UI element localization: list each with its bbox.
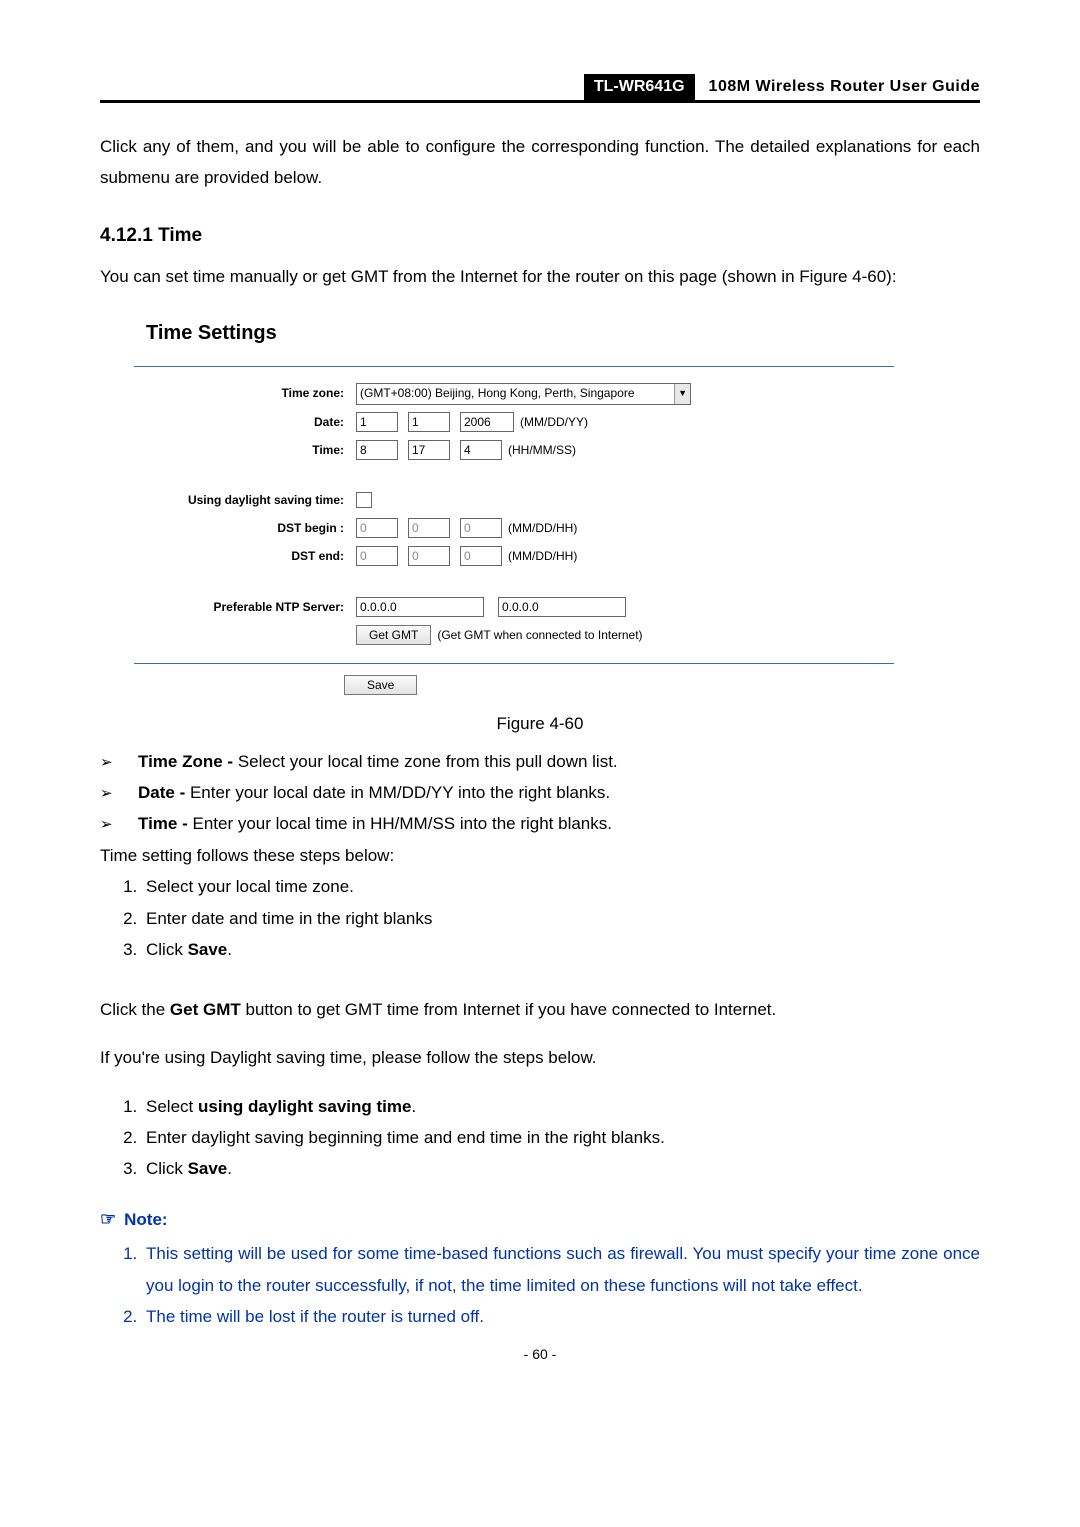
steps-list: Select your local time zone. Enter date … <box>100 871 980 965</box>
guide-title: 108M Wireless Router User Guide <box>695 74 980 100</box>
dst-end-b-input[interactable] <box>408 546 450 566</box>
model-badge: TL-WR641G <box>584 74 695 100</box>
ntp2-input[interactable] <box>498 597 626 617</box>
time-hint: (HH/MM/SS) <box>508 439 576 461</box>
date-hint: (MM/DD/YY) <box>520 411 588 433</box>
ntp1-input[interactable] <box>356 597 484 617</box>
date-yy-input[interactable] <box>460 412 514 432</box>
panel-title: Time Settings <box>134 309 894 366</box>
steps-intro: Time setting follows these steps below: <box>100 840 980 871</box>
dst-end-hint: (MM/DD/HH) <box>508 545 577 567</box>
time-settings-screenshot: Time Settings Time zone: (GMT+08:00) Bei… <box>134 309 894 696</box>
date-label: Date: <box>144 411 356 433</box>
timezone-select[interactable]: (GMT+08:00) Beijing, Hong Kong, Perth, S… <box>356 383 691 405</box>
time-ss-input[interactable] <box>460 440 502 460</box>
dst-steps-list: Select using daylight saving time. Enter… <box>100 1091 980 1185</box>
page-header: TL-WR641G 108M Wireless Router User Guid… <box>100 74 980 100</box>
dst-end-a-input[interactable] <box>356 546 398 566</box>
section-heading: 4.12.1 Time <box>100 218 980 253</box>
dst-begin-hint: (MM/DD/HH) <box>508 517 577 539</box>
pointing-hand-icon: ☞ <box>100 1203 116 1236</box>
note-heading: ☞ Note: <box>100 1203 980 1236</box>
dst-begin-a-input[interactable] <box>356 518 398 538</box>
dst-intro: If you're using Daylight saving time, pl… <box>100 1042 980 1073</box>
note-list: This setting will be used for some time-… <box>100 1238 980 1332</box>
dst-end-label: DST end: <box>144 545 356 567</box>
getgmt-paragraph: Click the Get GMT button to get GMT time… <box>100 994 980 1025</box>
get-gmt-hint: (Get GMT when connected to Internet) <box>437 624 642 646</box>
field-description-list: ➢Time Zone - Select your local time zone… <box>100 746 980 840</box>
page-number: - 60 - <box>100 1342 980 1368</box>
timezone-label: Time zone: <box>144 382 356 404</box>
time-hh-input[interactable] <box>356 440 398 460</box>
dst-begin-label: DST begin : <box>144 517 356 539</box>
ntp-label: Preferable NTP Server: <box>144 596 356 618</box>
get-gmt-button[interactable]: Get GMT <box>356 625 431 645</box>
figure-caption: Figure 4-60 <box>100 708 980 739</box>
section-intro: You can set time manually or get GMT fro… <box>100 261 980 292</box>
dst-end-c-input[interactable] <box>460 546 502 566</box>
time-label: Time: <box>144 439 356 461</box>
dst-begin-b-input[interactable] <box>408 518 450 538</box>
intro-paragraph: Click any of them, and you will be able … <box>100 131 980 194</box>
dst-begin-c-input[interactable] <box>460 518 502 538</box>
dst-checkbox[interactable] <box>356 492 372 508</box>
timezone-value: (GMT+08:00) Beijing, Hong Kong, Perth, S… <box>360 382 635 404</box>
date-dd-input[interactable] <box>408 412 450 432</box>
date-mm-input[interactable] <box>356 412 398 432</box>
time-mm-input[interactable] <box>408 440 450 460</box>
chevron-down-icon: ▼ <box>674 384 690 404</box>
dst-use-label: Using daylight saving time: <box>144 489 356 511</box>
save-button[interactable]: Save <box>344 675 417 695</box>
